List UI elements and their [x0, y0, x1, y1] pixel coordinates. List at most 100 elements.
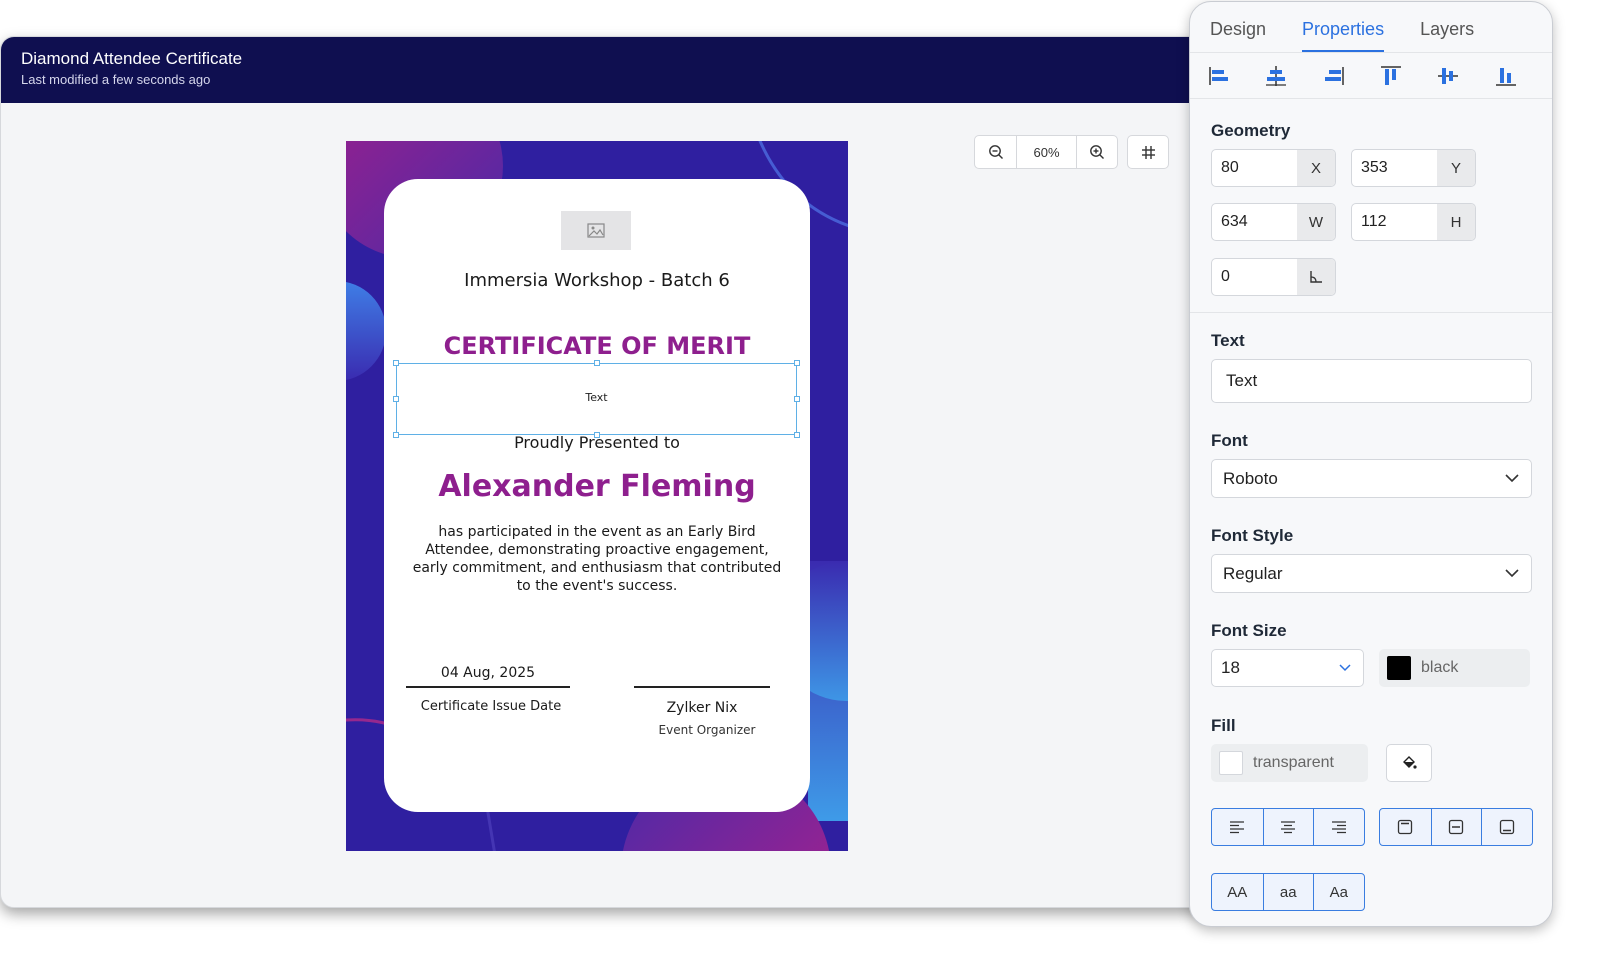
rotation-unit [1297, 259, 1335, 295]
x-field[interactable]: 80 X [1211, 149, 1336, 187]
rotation-field[interactable]: 0 [1211, 258, 1336, 296]
vertical-align-top-button[interactable] [1380, 809, 1431, 845]
selected-text-box[interactable]: Text [393, 360, 800, 438]
fill-color-name: transparent [1253, 754, 1334, 771]
text-align-group [1211, 808, 1365, 846]
tab-design[interactable]: Design [1210, 2, 1266, 52]
resize-handle[interactable] [794, 360, 800, 366]
geometry-label: Geometry [1211, 121, 1291, 140]
align-middle-vertical-button[interactable] [1437, 65, 1494, 87]
align-bottom-button[interactable] [1495, 65, 1552, 87]
image-icon [587, 223, 605, 238]
paint-bucket-icon [1403, 756, 1417, 769]
grid-toggle-button[interactable] [1127, 135, 1169, 169]
zoom-level[interactable]: 60% [1016, 136, 1076, 168]
font-size-label: Font Size [1211, 621, 1287, 640]
align-right-button[interactable] [1323, 65, 1380, 87]
text-align-left-button[interactable] [1212, 809, 1263, 845]
align-top-icon [1380, 65, 1401, 85]
vertical-align-group [1379, 808, 1533, 846]
organizer-name[interactable]: Zylker Nix [634, 700, 770, 716]
align-middle-vertical-icon [1438, 67, 1459, 84]
align-top-button[interactable] [1380, 65, 1437, 87]
x-value[interactable]: 80 [1212, 150, 1297, 186]
zoom-in-icon [1090, 145, 1104, 159]
properties-panel: Design Properties Layers Geometry 80 X 3… [1189, 1, 1553, 927]
text-case-group: AA aa Aa [1211, 873, 1365, 911]
angle-icon [1310, 271, 1322, 283]
recipient-name[interactable]: Alexander Fleming [384, 469, 810, 504]
height-unit: H [1437, 204, 1475, 240]
zoom-out-button[interactable] [975, 136, 1016, 168]
width-unit: W [1297, 204, 1335, 240]
text-align-right-icon [1331, 821, 1346, 834]
certificate-heading[interactable]: CERTIFICATE OF MERIT [384, 332, 810, 360]
text-align-left-icon [1230, 821, 1245, 834]
vertical-align-bottom-button[interactable] [1481, 809, 1532, 845]
y-value[interactable]: 353 [1352, 150, 1437, 186]
font-value: Roboto [1223, 468, 1278, 488]
organizer-role[interactable]: Event Organizer [634, 723, 780, 737]
certificate-card: Immersia Workshop - Batch 6 CERTIFICATE … [384, 179, 810, 812]
font-style-select[interactable]: Regular [1211, 554, 1532, 593]
y-unit: Y [1437, 150, 1475, 186]
document-title: Diamond Attendee Certificate [21, 49, 243, 68]
certificate-body[interactable]: has participated in the event as an Earl… [384, 523, 810, 595]
x-unit: X [1297, 150, 1335, 186]
text-color-name: black [1421, 659, 1459, 676]
font-size-value: 18 [1221, 658, 1240, 677]
height-value[interactable]: 112 [1352, 204, 1437, 240]
issue-date-label[interactable]: Certificate Issue Date [406, 699, 576, 714]
alignment-toolbar [1190, 53, 1552, 99]
text-align-right-button[interactable] [1313, 809, 1364, 845]
event-name[interactable]: Immersia Workshop - Batch 6 [384, 270, 810, 291]
font-style-value: Regular [1223, 563, 1283, 583]
editor-window: Diamond Attendee Certificate Last modifi… [0, 36, 1230, 908]
rotation-value[interactable]: 0 [1212, 259, 1297, 295]
font-style-label: Font Style [1211, 526, 1294, 545]
text-input[interactable]: Text [1211, 359, 1532, 403]
text-color-swatch [1387, 656, 1411, 680]
grid-icon [1141, 145, 1155, 159]
top-bar: Diamond Attendee Certificate Last modifi… [1, 37, 1229, 103]
fill-label: Fill [1211, 716, 1236, 735]
logo-placeholder[interactable] [561, 211, 631, 250]
selected-text-content: Text [585, 391, 608, 404]
width-field[interactable]: 634 W [1211, 203, 1336, 241]
align-left-icon [1209, 66, 1228, 85]
section-divider [1190, 312, 1552, 313]
width-value[interactable]: 634 [1212, 204, 1297, 240]
body-line: Attendee, demonstrating proactive engage… [425, 542, 769, 558]
uppercase-button[interactable]: AA [1212, 874, 1263, 910]
align-bottom-icon [1495, 67, 1516, 86]
zoom-in-button[interactable] [1076, 136, 1117, 168]
text-align-center-icon [1281, 821, 1296, 834]
body-line: to the event's success. [516, 578, 678, 594]
fill-bucket-button[interactable] [1386, 744, 1432, 782]
align-left-button[interactable] [1208, 65, 1265, 87]
text-align-center-button[interactable] [1262, 809, 1314, 845]
resize-handle[interactable] [594, 360, 600, 366]
vertical-align-middle-icon [1449, 819, 1464, 835]
fill-color-picker[interactable]: transparent [1211, 744, 1368, 782]
titlecase-button[interactable]: Aa [1313, 874, 1364, 910]
vertical-align-top-icon [1398, 819, 1413, 835]
tab-layers[interactable]: Layers [1420, 2, 1474, 52]
zoom-controls: 60% [974, 135, 1118, 169]
vertical-align-middle-button[interactable] [1430, 809, 1482, 845]
body-line: early commitment, and enthusiasm that co… [412, 560, 782, 576]
font-size-select[interactable]: 18 [1211, 649, 1364, 687]
certificate-canvas[interactable]: Immersia Workshop - Batch 6 CERTIFICATE … [346, 141, 848, 851]
height-field[interactable]: 112 H [1351, 203, 1476, 241]
last-modified-text: Last modified a few seconds ago [21, 72, 211, 87]
vertical-align-bottom-icon [1499, 819, 1514, 835]
lowercase-button[interactable]: aa [1262, 874, 1314, 910]
y-field[interactable]: 353 Y [1351, 149, 1476, 187]
text-color-picker[interactable]: black [1379, 649, 1530, 687]
font-select[interactable]: Roboto [1211, 459, 1532, 498]
presented-to-text[interactable]: Proudly Presented to [384, 433, 810, 452]
issue-date[interactable]: 04 Aug, 2025 [406, 665, 570, 681]
align-center-horizontal-button[interactable] [1265, 65, 1322, 87]
tab-properties[interactable]: Properties [1302, 2, 1385, 52]
resize-handle[interactable] [393, 360, 399, 366]
